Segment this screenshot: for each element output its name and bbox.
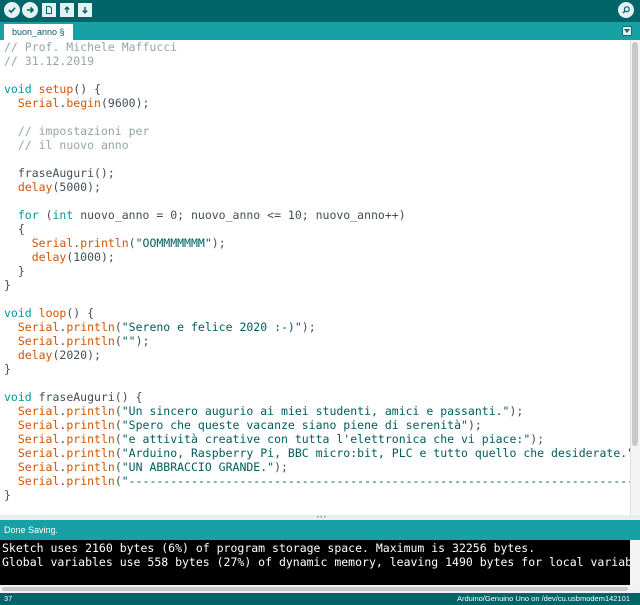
console-output: Sketch uses 2160 bytes (6%) of program s… bbox=[0, 540, 640, 585]
board-port-info: Arduino/Genuino Uno on /dev/cu.usbmodem1… bbox=[456, 594, 630, 603]
new-icon[interactable] bbox=[42, 3, 56, 17]
tab-bar: buon_anno § bbox=[0, 22, 640, 40]
footer-bar: 37 Arduino/Genuino Uno on /dev/cu.usbmod… bbox=[0, 593, 640, 605]
open-icon[interactable] bbox=[60, 3, 74, 17]
upload-icon[interactable] bbox=[22, 2, 38, 18]
code-editor[interactable]: // Prof. Michele Maffucci // 31.12.2019 … bbox=[0, 40, 630, 515]
editor-scrollbar[interactable] bbox=[630, 40, 640, 515]
serial-monitor-icon[interactable] bbox=[618, 2, 634, 18]
tab-sketch[interactable]: buon_anno § bbox=[4, 24, 73, 40]
tab-menu-button[interactable] bbox=[622, 26, 632, 36]
console-scrollbar[interactable] bbox=[630, 540, 640, 585]
console-line: Global variables use 558 bytes (27%) of … bbox=[2, 555, 640, 569]
toolbar bbox=[0, 0, 640, 22]
code-text[interactable]: // Prof. Michele Maffucci // 31.12.2019 … bbox=[4, 40, 630, 502]
console-horizontal-scrollbar[interactable] bbox=[0, 585, 640, 593]
save-icon[interactable] bbox=[78, 3, 92, 17]
chevron-down-icon bbox=[624, 29, 630, 33]
editor-scrollbar-thumb[interactable] bbox=[632, 42, 638, 446]
verify-icon[interactable] bbox=[4, 2, 20, 18]
status-bar: Done Saving. bbox=[0, 520, 640, 540]
console-line: Sketch uses 2160 bytes (6%) of program s… bbox=[2, 541, 536, 555]
status-message: Done Saving. bbox=[4, 525, 59, 535]
console-scrollbar-thumb[interactable] bbox=[2, 587, 628, 591]
line-number: 37 bbox=[4, 594, 13, 603]
